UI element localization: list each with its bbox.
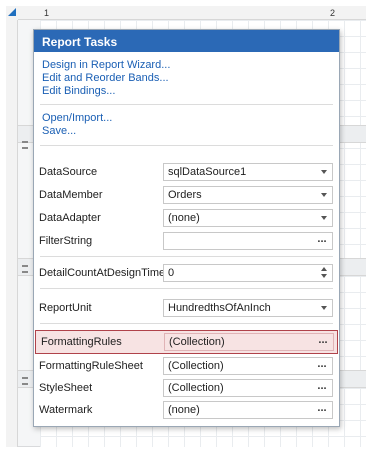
edit-reorder-bands-link[interactable]: Edit and Reorder Bands... <box>42 72 339 85</box>
prop-row-formattingrulesheet: FormattingRuleSheet (Collection) ... <box>34 355 339 377</box>
prop-value: Orders <box>168 189 202 201</box>
prop-row-formattingrules: FormattingRules (Collection) ... <box>35 330 338 354</box>
ellipsis-button[interactable]: ... <box>314 358 330 374</box>
prop-label: Watermark <box>39 404 93 416</box>
prop-value: 0 <box>168 267 175 279</box>
prop-row-datasource: DataSource sqlDataSource1 <box>34 161 339 183</box>
prop-label: ReportUnit <box>39 302 92 314</box>
popup-title: Report Tasks <box>34 30 339 52</box>
stylesheet-field[interactable]: (Collection) ... <box>163 379 333 397</box>
chevron-down-icon[interactable] <box>316 210 332 226</box>
spin-up-icon[interactable] <box>316 265 332 273</box>
chevron-down-icon[interactable] <box>316 164 332 180</box>
design-in-report-wizard-link[interactable]: Design in Report Wizard... <box>42 59 339 72</box>
prop-label: StyleSheet <box>39 382 93 394</box>
prop-label: DetailCountAtDesignTime <box>39 267 166 279</box>
prop-value: (none) <box>168 404 200 416</box>
prop-value: HundredthsOfAnInch <box>168 302 271 314</box>
prop-label: FilterString <box>39 235 93 247</box>
prop-label: DataAdapter <box>39 212 101 224</box>
separator <box>40 145 333 146</box>
open-import-link[interactable]: Open/Import... <box>42 112 339 125</box>
chevron-down-icon[interactable] <box>316 300 332 316</box>
band-collapse-icon[interactable] <box>22 141 28 149</box>
prop-row-datamember: DataMember Orders <box>34 184 339 206</box>
report-tasks-popup: Report Tasks Design in Report Wizard... … <box>33 29 340 427</box>
separator <box>40 256 333 257</box>
links-group-wizard: Design in Report Wizard... Edit and Reor… <box>34 52 339 104</box>
ellipsis-button[interactable]: ... <box>314 233 330 249</box>
prop-row-filterstring: FilterString ... <box>34 230 339 252</box>
band-collapse-icon[interactable] <box>22 265 28 273</box>
horizontal-ruler: 1 2 <box>18 6 366 20</box>
links-group-file: Open/Import... Save... <box>34 105 339 145</box>
prop-row-reportunit: ReportUnit HundredthsOfAnInch <box>34 297 339 319</box>
filterstring-field[interactable]: ... <box>163 232 333 250</box>
datamember-dropdown[interactable]: Orders <box>163 186 333 204</box>
prop-value: sqlDataSource1 <box>168 166 247 178</box>
prop-label: DataSource <box>39 166 98 178</box>
prop-value: (Collection) <box>169 336 225 348</box>
ruler-mark-1: 1 <box>44 8 50 18</box>
prop-label: DataMember <box>39 189 103 201</box>
prop-row-detailcount: DetailCountAtDesignTime 0 <box>34 262 339 284</box>
ellipsis-button[interactable]: ... <box>315 334 331 350</box>
save-link[interactable]: Save... <box>42 125 339 138</box>
prop-value: (none) <box>168 212 200 224</box>
dataadapter-dropdown[interactable]: (none) <box>163 209 333 227</box>
prop-row-dataadapter: DataAdapter (none) <box>34 207 339 229</box>
spin-down-icon[interactable] <box>316 273 332 281</box>
formattingrules-field[interactable]: (Collection) ... <box>164 333 334 351</box>
detailcount-spin-editor[interactable]: 0 <box>163 264 333 282</box>
prop-label: FormattingRules <box>41 336 122 348</box>
reportunit-dropdown[interactable]: HundredthsOfAnInch <box>163 299 333 317</box>
prop-label: FormattingRuleSheet <box>39 360 143 372</box>
ellipsis-button[interactable]: ... <box>314 402 330 418</box>
prop-row-stylesheet: StyleSheet (Collection) ... <box>34 377 339 399</box>
watermark-field[interactable]: (none) ... <box>163 401 333 419</box>
vertical-ruler <box>6 20 18 447</box>
separator <box>40 323 333 324</box>
datasource-dropdown[interactable]: sqlDataSource1 <box>163 163 333 181</box>
ruler-mark-2: 2 <box>330 8 336 18</box>
ellipsis-button[interactable]: ... <box>314 380 330 396</box>
prop-value: (Collection) <box>168 382 224 394</box>
separator <box>40 288 333 289</box>
smart-tag-icon[interactable] <box>8 8 16 16</box>
band-collapse-icon[interactable] <box>22 377 28 385</box>
formattingrulesheet-field[interactable]: (Collection) ... <box>163 357 333 375</box>
edit-bindings-link[interactable]: Edit Bindings... <box>42 85 339 98</box>
chevron-down-icon[interactable] <box>316 187 332 203</box>
prop-value: (Collection) <box>168 360 224 372</box>
prop-row-watermark: Watermark (none) ... <box>34 399 339 421</box>
